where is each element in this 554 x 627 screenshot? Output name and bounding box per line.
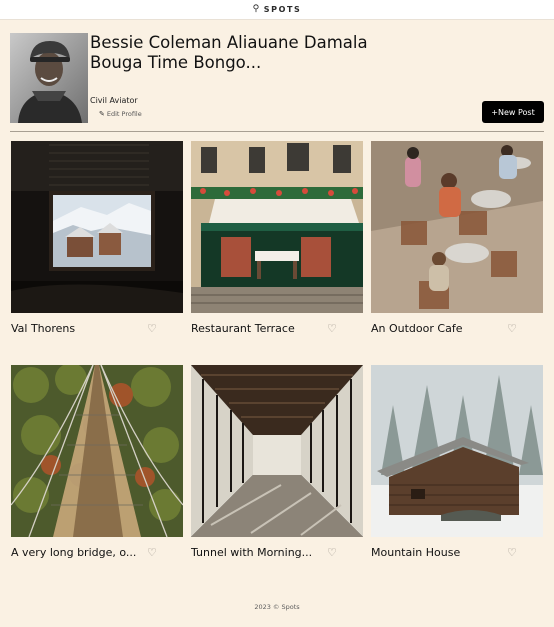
card[interactable]: Mountain House ♡: [371, 365, 543, 567]
edit-profile-button[interactable]: ✎ Edit Profile: [99, 110, 142, 118]
edit-profile-label: Edit Profile: [106, 110, 142, 118]
card-title: An Outdoor Cafe: [371, 322, 463, 335]
card-image[interactable]: [371, 141, 543, 313]
card-image[interactable]: [191, 365, 363, 537]
card-title: Mountain House: [371, 546, 461, 559]
card[interactable]: A very long bridge, o... ♡: [11, 365, 183, 567]
new-post-button[interactable]: +New Post: [482, 101, 544, 123]
heart-icon[interactable]: ♡: [147, 546, 157, 559]
card-title: Val Thorens: [11, 322, 76, 335]
profile-description: Civil Aviator: [90, 96, 138, 105]
card[interactable]: Restaurant Terrace ♡: [191, 141, 363, 343]
pencil-icon: ✎: [99, 110, 105, 118]
card-title: A very long bridge, o...: [11, 546, 137, 559]
profile-avatar: [10, 33, 88, 123]
card[interactable]: Val Thorens ♡: [11, 141, 183, 343]
card-title: Restaurant Terrace: [191, 322, 295, 335]
card-title: Tunnel with Morning...: [191, 546, 313, 559]
heart-icon[interactable]: ♡: [147, 322, 157, 335]
profile-name: Bessie Coleman Aliauane Damala Bouga Tim…: [90, 33, 368, 72]
heart-icon[interactable]: ♡: [327, 546, 337, 559]
card-image[interactable]: [371, 365, 543, 537]
spots-logo-icon: ⚲: [252, 4, 261, 14]
card[interactable]: Tunnel with Morning... ♡: [191, 365, 363, 567]
heart-icon[interactable]: ♡: [507, 546, 517, 559]
header-bar: ⚲ SPOTS: [0, 0, 554, 20]
card-image[interactable]: [191, 141, 363, 313]
card-image[interactable]: [11, 141, 183, 313]
heart-icon[interactable]: ♡: [507, 322, 517, 335]
footer: 2023 © Spots: [254, 603, 300, 611]
heart-icon[interactable]: ♡: [327, 322, 337, 335]
card-image[interactable]: [11, 365, 183, 537]
divider: [10, 131, 544, 132]
logo-text: SPOTS: [263, 5, 302, 14]
card[interactable]: An Outdoor Cafe ♡: [371, 141, 543, 343]
spots-logo[interactable]: ⚲ SPOTS: [252, 4, 302, 15]
profile-section: Bessie Coleman Aliauane Damala Bouga Tim…: [10, 33, 544, 123]
